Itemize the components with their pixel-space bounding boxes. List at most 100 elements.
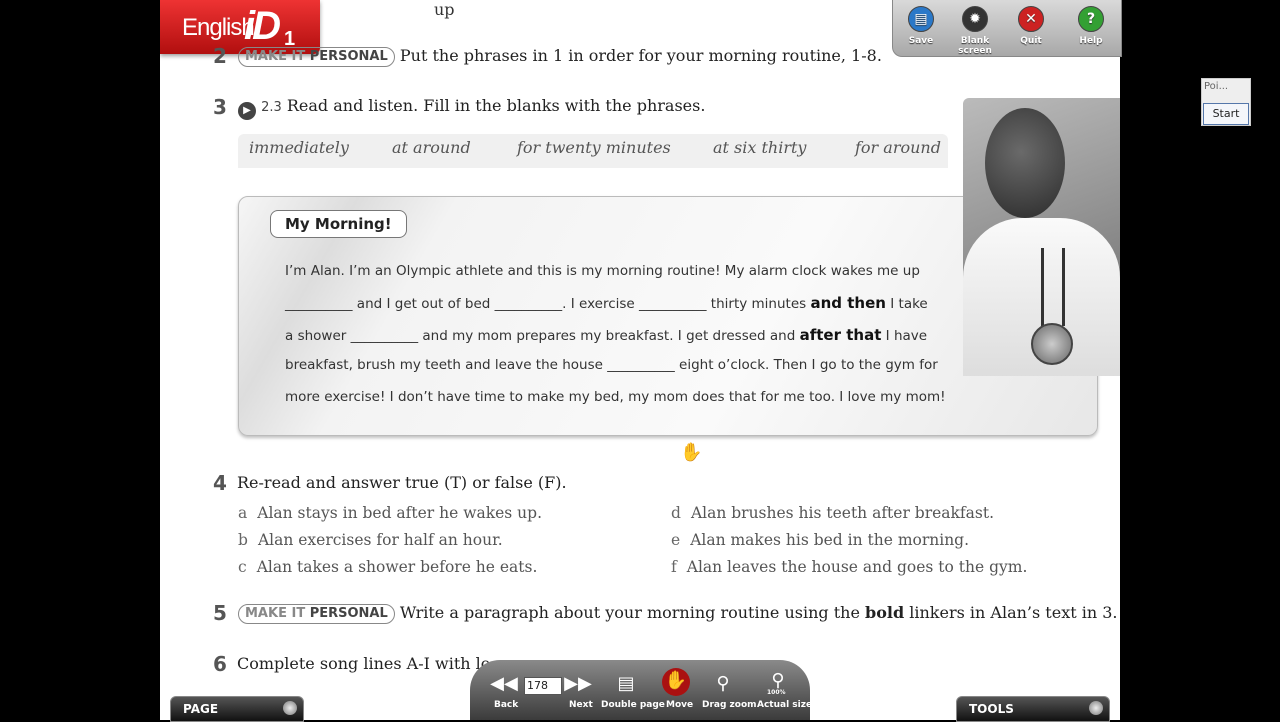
exercise-4-number: 4: [213, 471, 227, 495]
drag-zoom-button[interactable]: Drag zoom: [702, 700, 757, 710]
question-item: c Alan takes a shower before he eats.: [238, 558, 537, 576]
bottom-toolbar: [470, 660, 810, 720]
photo-face: [985, 108, 1065, 218]
back-arrow-icon[interactable]: ◀◀: [490, 671, 518, 697]
question-item: e Alan makes his bed in the morning.: [671, 531, 969, 549]
exercise-5-number: 5: [213, 601, 227, 625]
double-page-button[interactable]: Double page: [601, 700, 665, 710]
exercise-2-text: Put the phrases in 1 in order for your m…: [399, 46, 882, 65]
exercise-5-instruction: MAKE IT PERSONAL Write a paragraph about…: [238, 603, 1118, 624]
next-arrow-icon[interactable]: ▶▶: [564, 671, 592, 697]
question-text: Alan makes his bed in the morning.: [690, 531, 970, 549]
story-line: a shower __________ and my mom prepares …: [285, 326, 927, 344]
make-it-personal-badge: MAKE IT PERSONAL: [238, 604, 395, 624]
question-item: a Alan stays in bed after he wakes up.: [238, 504, 542, 522]
close-icon: ✕: [1018, 6, 1044, 32]
quit-label: Quit: [1020, 36, 1042, 46]
move-button[interactable]: Move: [666, 700, 693, 710]
next-button[interactable]: Next: [569, 700, 593, 710]
question-text: Alan takes a shower before he eats.: [256, 558, 538, 576]
logo-id: iD: [244, 4, 281, 48]
question-text: Alan brushes his teeth after breakfast.: [690, 504, 995, 522]
story-line: more exercise! I don’t have time to make…: [285, 389, 946, 405]
blank-screen-button[interactable]: ✹ Blank screen: [945, 6, 1005, 56]
exercise-5-text: Write a paragraph about your morning rou…: [399, 603, 860, 622]
phrase-item: for twenty minutes: [517, 138, 671, 157]
question-item: d Alan brushes his teeth after breakfast.: [671, 504, 994, 522]
exercise-3-text: Read and listen. Fill in the blanks with…: [286, 96, 706, 115]
help-icon: ?: [1078, 6, 1104, 32]
question-text: Alan exercises for half an hour.: [257, 531, 503, 549]
medal-icon: [1031, 323, 1073, 365]
question-text: Alan leaves the house and goes to the gy…: [686, 558, 1028, 576]
question-letter: a: [238, 504, 248, 522]
story-text: I have: [885, 328, 928, 344]
help-label: Help: [1079, 36, 1103, 46]
story-text: I take: [890, 296, 928, 312]
badge-text: MAKE IT: [245, 49, 306, 64]
tools-tab[interactable]: TOOLS: [956, 696, 1110, 722]
help-button[interactable]: ? Help: [1063, 6, 1119, 46]
phrase-item: at six thirty: [713, 138, 807, 157]
actual-size-button[interactable]: Actual size: [757, 700, 812, 710]
question-letter: c: [238, 558, 247, 576]
badge-text: MAKE IT: [245, 606, 306, 621]
logo-text: English: [182, 14, 255, 41]
previous-text-fragment: up: [434, 0, 455, 19]
page-tab-toggle-icon: [283, 701, 297, 715]
double-page-icon[interactable]: ▤: [612, 671, 640, 697]
question-item: b Alan exercises for half an hour.: [238, 531, 503, 549]
blank-screen-icon: ✹: [962, 6, 988, 32]
bold-word: bold: [865, 603, 905, 622]
story-text: a shower __________ and my mom prepares …: [285, 328, 796, 344]
badge-text-bold: PERSONAL: [309, 606, 388, 621]
phrase-item: immediately: [249, 138, 349, 157]
tools-tab-label: TOOLS: [969, 702, 1014, 716]
phrase-item: for around: [855, 138, 941, 157]
exercise-6-text: Complete song lines A-I with lo: [237, 654, 491, 673]
exercise-3-instruction: ▶ 2.3 Read and listen. Fill in the blank…: [238, 96, 705, 120]
pointer-widget: Poi... Start: [1201, 78, 1251, 126]
question-letter: b: [238, 531, 248, 549]
exercise-4-text: Re-read and answer true (T) or false (F)…: [237, 473, 567, 492]
story-title: My Morning!: [270, 210, 407, 238]
exercise-2-instruction: MAKE IT PERSONAL Put the phrases in 1 in…: [238, 46, 882, 67]
exercise-6-number: 6: [213, 652, 227, 676]
badge-text-bold: PERSONAL: [309, 49, 388, 64]
question-letter: f: [671, 558, 677, 576]
bold-linker: after that: [799, 326, 882, 344]
drag-zoom-icon[interactable]: ⚲: [709, 671, 737, 697]
question-letter: e: [671, 531, 681, 549]
page-tab-label: PAGE: [183, 702, 219, 716]
story-line: I’m Alan. I’m an Olympic athlete and thi…: [285, 263, 920, 279]
athlete-photo: [963, 98, 1120, 376]
pointer-label: Poi...: [1204, 81, 1229, 92]
story-line: breakfast, brush my teeth and leave the …: [285, 357, 938, 373]
question-text: Alan stays in bed after he wakes up.: [257, 504, 543, 522]
quit-button[interactable]: ✕ Quit: [1003, 6, 1059, 46]
back-button[interactable]: Back: [494, 700, 518, 710]
top-toolbar: ▤ Save ✹ Blank screen ✕ Quit ? Help: [892, 0, 1122, 57]
save-icon: ▤: [908, 6, 934, 32]
exercise-2-number: 2: [213, 44, 227, 68]
question-letter: d: [671, 504, 681, 522]
story-line: __________ and I get out of bed ________…: [285, 294, 928, 312]
blank-screen-label: Blank screen: [958, 36, 992, 56]
medal-ribbon: [1041, 248, 1065, 326]
make-it-personal-badge: MAKE IT PERSONAL: [238, 47, 395, 67]
story-text: __________ and I get out of bed ________…: [285, 296, 807, 312]
start-button[interactable]: Start: [1203, 103, 1249, 125]
exercise-5-text: linkers in Alan’s text in 3.: [909, 603, 1118, 622]
actual-size-percent: 100%: [767, 689, 786, 696]
page-number-input[interactable]: 178: [524, 677, 562, 695]
question-item: f Alan leaves the house and goes to the g…: [671, 558, 1027, 576]
audio-play-icon[interactable]: ▶: [238, 102, 256, 120]
bold-linker: and then: [810, 294, 886, 312]
save-button[interactable]: ▤ Save: [893, 6, 949, 46]
tools-tab-toggle-icon: [1089, 701, 1103, 715]
page-tab[interactable]: PAGE: [170, 696, 304, 722]
hand-move-icon[interactable]: ✋: [662, 668, 690, 696]
phrase-item: at around: [392, 138, 471, 157]
exercise-3-number: 3: [213, 95, 227, 119]
hand-cursor-icon: ✋: [680, 442, 703, 463]
